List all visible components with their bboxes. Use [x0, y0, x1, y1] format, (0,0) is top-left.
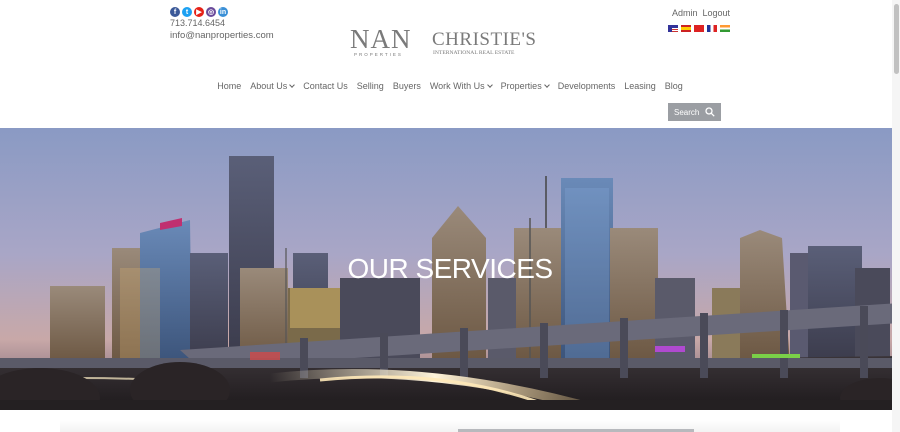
nav-item-selling[interactable]: Selling: [352, 81, 388, 91]
nav-item-label: Work With Us: [429, 81, 485, 91]
chevron-down-icon: [543, 81, 550, 88]
admin-link[interactable]: Admin: [672, 8, 698, 18]
logo-nan-sub: PROPERTIES: [354, 52, 403, 57]
nav-item-label: Developments: [557, 81, 616, 91]
chevron-down-icon: [289, 81, 296, 88]
china-flag[interactable]: [694, 25, 704, 32]
page: f t ▶ ◎ in 713.714.6454 info@nanproperti…: [0, 0, 900, 432]
nav-item-label: Buyers: [392, 81, 421, 91]
nav-item-properties[interactable]: Properties: [496, 81, 553, 91]
contact-email[interactable]: info@nanproperties.com: [170, 30, 274, 41]
twitter-icon[interactable]: t: [182, 7, 192, 17]
us-flag[interactable]: [668, 25, 678, 32]
facebook-icon[interactable]: f: [170, 7, 180, 17]
logo-christies-text: CHRISTIE'S: [432, 29, 537, 50]
search-button[interactable]: Search: [668, 103, 721, 121]
nav-item-work-with-us[interactable]: Work With Us: [425, 81, 496, 91]
main-nav: Home About Us Contact Us Selling Buyers Work …: [0, 81, 900, 91]
nan-properties-logo[interactable]: NAN PROPERTIES: [350, 24, 414, 58]
nav-item-developments[interactable]: Developments: [553, 81, 620, 91]
hero-banner: OUR SERVICES: [0, 128, 900, 410]
social-links: f t ▶ ◎ in: [170, 7, 228, 17]
spain-flag[interactable]: [681, 25, 691, 32]
search-label: Search: [674, 107, 700, 117]
contact-phone[interactable]: 713.714.6454: [170, 18, 225, 28]
hero-title: OUR SERVICES: [347, 253, 553, 284]
nav-item-label: Leasing: [624, 81, 656, 91]
content-card: [60, 420, 840, 432]
nav-item-leasing[interactable]: Leasing: [620, 81, 661, 91]
nav-item-home[interactable]: Home: [213, 81, 246, 91]
instagram-icon[interactable]: ◎: [206, 7, 216, 17]
nav-item-label: Blog: [664, 81, 683, 91]
logo-nan-text: NAN: [350, 24, 412, 54]
nav-item-contact-us[interactable]: Contact Us: [299, 81, 353, 91]
content-strip: [0, 410, 900, 432]
nav-item-label: Contact Us: [303, 81, 348, 91]
christies-logo[interactable]: CHRISTIE'S INTERNATIONAL REAL ESTATE: [432, 28, 552, 56]
nav-item-label: About Us: [250, 81, 288, 91]
nav-item-label: Selling: [356, 81, 384, 91]
nav-item-blog[interactable]: Blog: [660, 81, 687, 91]
logo-christies-sub: INTERNATIONAL REAL ESTATE: [433, 50, 515, 56]
chevron-down-icon: [486, 81, 493, 88]
nav-item-buyers[interactable]: Buyers: [388, 81, 425, 91]
nav-item-about-us[interactable]: About Us: [246, 81, 299, 91]
scrollbar[interactable]: [892, 0, 900, 432]
linkedin-icon[interactable]: in: [218, 7, 228, 17]
header: f t ▶ ◎ in 713.714.6454 info@nanproperti…: [0, 0, 900, 128]
nav-item-label: Home: [217, 81, 242, 91]
youtube-icon[interactable]: ▶: [194, 7, 204, 17]
admin-links: Admin Logout: [672, 8, 730, 18]
search-icon: [705, 107, 715, 117]
language-flags: [668, 25, 730, 32]
nav-item-label: Properties: [500, 81, 542, 91]
india-flag[interactable]: [720, 25, 730, 32]
france-flag[interactable]: [707, 25, 717, 32]
logout-link[interactable]: Logout: [702, 8, 730, 18]
scrollbar-thumb[interactable]: [894, 4, 899, 74]
